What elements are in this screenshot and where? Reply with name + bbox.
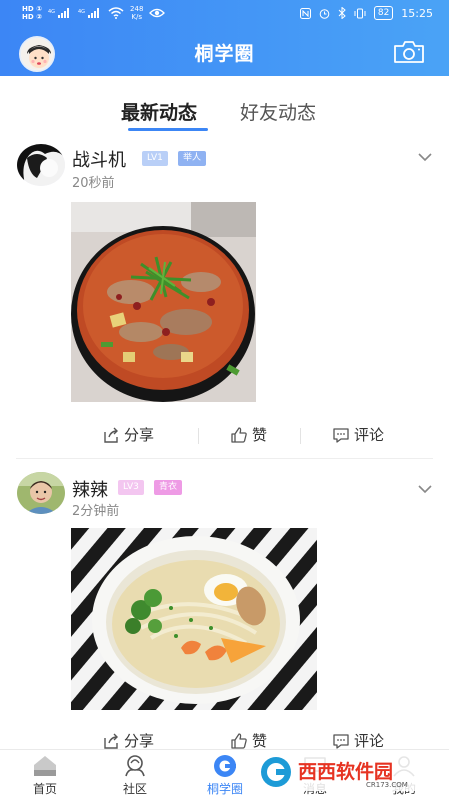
post-author-name[interactable]: 辣辣 [72, 476, 108, 502]
title-badge: 青衣 [154, 480, 183, 495]
post-image[interactable] [71, 202, 256, 402]
like-label: 赞 [252, 426, 268, 444]
action-separator [300, 428, 301, 444]
thumbs-up-icon [231, 732, 247, 749]
post-image[interactable] [71, 528, 317, 710]
net-speed: 248 K/s [130, 5, 143, 21]
post-author-name[interactable]: 战斗机 [72, 146, 126, 172]
status-right: 82 15:25 [299, 6, 433, 20]
battery-indicator: 82 [373, 6, 394, 20]
bluetooth-icon [338, 7, 346, 19]
title-badge: 举人 [178, 151, 207, 166]
comment-icon [333, 733, 349, 749]
alarm-icon [319, 8, 330, 19]
page-title: 桐学圈 [194, 43, 255, 65]
level-badge: LV3 [118, 480, 144, 495]
svg-text:4G: 4G [78, 9, 85, 15]
site-watermark: 西西软件园 CR173.COM [254, 753, 432, 791]
tab-friends[interactable]: 好友动态 [240, 98, 316, 125]
nav-circle-label: 桐学圈 [206, 782, 243, 796]
post-time: 20秒前 [72, 176, 115, 191]
share-button[interactable]: 分享 [102, 730, 154, 751]
feed-post: 辣辣 LV3 青衣 2分钟前 分享 赞 评论 [0, 468, 449, 758]
comment-button[interactable]: 评论 [332, 730, 384, 751]
thumbs-up-icon [231, 426, 247, 443]
active-tab-indicator [128, 128, 208, 131]
circle-icon [214, 755, 236, 777]
post-time: 2分钟前 [72, 504, 120, 519]
share-button[interactable]: 分享 [102, 424, 154, 445]
comment-label: 评论 [354, 426, 385, 444]
share-label: 分享 [124, 426, 155, 444]
eye-icon [149, 8, 166, 18]
nav-home[interactable]: 首页 [10, 750, 80, 797]
comment-label: 评论 [354, 732, 385, 750]
net-speed-value: 248 [130, 5, 144, 13]
vibrate-icon [354, 8, 366, 18]
status-left: HD ① HD ② 4G 4G 248 K/s [22, 5, 166, 21]
home-icon [34, 756, 56, 776]
like-button[interactable]: 赞 [230, 424, 267, 445]
share-label: 分享 [124, 732, 155, 750]
post-author-avatar[interactable] [17, 472, 65, 514]
hd-indicator-1: HD ① [22, 5, 43, 13]
net-speed-unit: K/s [131, 13, 143, 21]
chevron-down-icon[interactable] [417, 152, 433, 162]
community-icon [125, 755, 145, 777]
feed-tabs: 最新动态 好友动态 [0, 92, 449, 132]
feed-post: 战斗机 LV1 举人 20秒前 分享 赞 评论 [0, 142, 449, 460]
action-separator [198, 428, 199, 444]
chevron-down-icon[interactable] [417, 484, 433, 494]
nav-community[interactable]: 社区 [100, 750, 170, 797]
status-bar: HD ① HD ② 4G 4G 248 K/s 82 15:25 [0, 0, 449, 28]
comment-icon [333, 427, 349, 443]
svg-text:4G: 4G [48, 9, 55, 15]
share-icon [104, 733, 118, 749]
nav-home-label: 首页 [32, 782, 57, 796]
hd-indicators: HD ① HD ② [22, 5, 42, 21]
app-header: 桐学圈 [0, 28, 449, 76]
share-icon [104, 427, 118, 443]
nfc-icon [299, 7, 311, 19]
hd-indicator-2: HD ② [22, 13, 43, 21]
like-label: 赞 [252, 732, 268, 750]
level-badge: LV1 [142, 151, 168, 166]
svg-text:西西软件园: 西西软件园 [298, 760, 393, 783]
post-actions: 分享 赞 评论 [0, 420, 449, 450]
post-author-avatar[interactable] [17, 144, 65, 186]
wifi-icon [108, 7, 124, 19]
signal-icon: 4G [48, 8, 70, 18]
camera-icon[interactable] [393, 40, 425, 64]
post-divider [16, 458, 433, 459]
clock: 15:25 [401, 6, 433, 20]
svg-text:CR173.COM: CR173.COM [366, 781, 408, 789]
signal-icon-2: 4G [78, 8, 100, 18]
nav-circle[interactable]: 桐学圈 [190, 750, 260, 797]
nav-community-label: 社区 [122, 782, 147, 796]
like-button[interactable]: 赞 [230, 730, 267, 751]
tab-latest[interactable]: 最新动态 [121, 98, 197, 125]
comment-button[interactable]: 评论 [332, 424, 384, 445]
